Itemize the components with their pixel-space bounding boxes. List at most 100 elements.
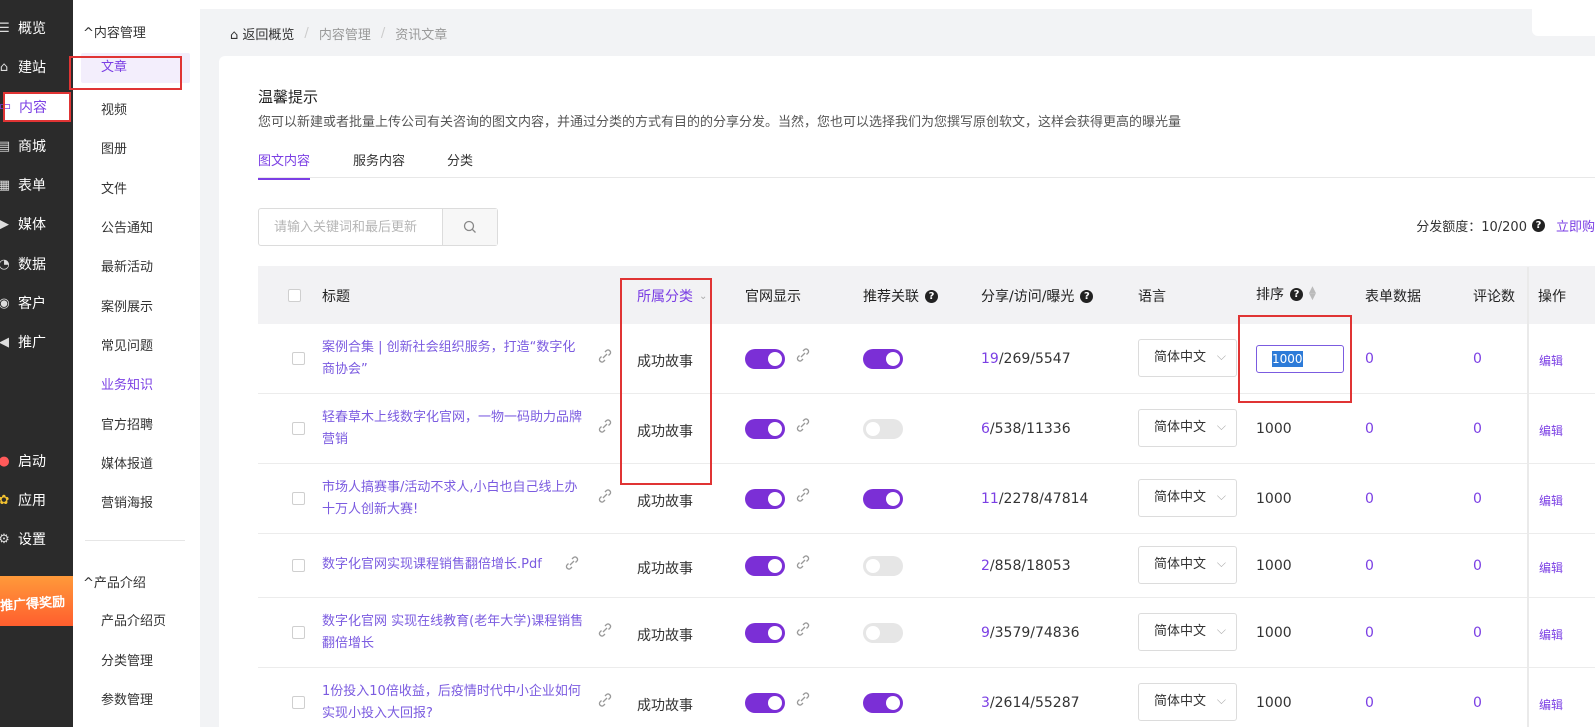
nav-item-media[interactable]: ▶ 媒体 <box>0 210 73 238</box>
row-checkbox[interactable] <box>292 422 305 435</box>
link-icon[interactable] <box>596 621 614 639</box>
related-toggle[interactable] <box>863 349 903 369</box>
comment-count[interactable]: 0 <box>1473 351 1482 367</box>
select-all-checkbox[interactable] <box>288 289 301 302</box>
link-icon[interactable] <box>596 417 614 435</box>
comment-count[interactable]: 0 <box>1473 558 1482 574</box>
official-display-toggle[interactable] <box>745 556 785 576</box>
article-title-link[interactable]: 数字化官网实现课程销售翻倍增长.Pdf <box>322 554 562 576</box>
subnav-item-product-page[interactable]: 产品介绍页 <box>101 610 166 629</box>
form-data-count[interactable]: 0 <box>1365 491 1374 507</box>
subnav-item-file[interactable]: 文件 <box>101 178 127 197</box>
subnav-item-params[interactable]: 参数管理 <box>101 689 153 708</box>
sort-icon[interactable]: ▲ ▼ <box>1309 286 1316 302</box>
breadcrumb-content-management[interactable]: 内容管理 <box>319 24 371 43</box>
buy-now-link[interactable]: 立即购 <box>1556 216 1595 235</box>
search-input[interactable] <box>259 209 442 245</box>
nav-item-settings[interactable]: ⚙ 设置 <box>0 525 73 553</box>
nav-item-site[interactable]: ⌂ 建站 <box>0 53 73 81</box>
share-count[interactable]: 6 <box>981 421 990 437</box>
sort-value[interactable]: 1000 <box>1256 695 1292 711</box>
promo-banner[interactable]: 推广得奖励 <box>0 576 73 626</box>
related-toggle[interactable] <box>863 419 903 439</box>
related-toggle[interactable] <box>863 623 903 643</box>
link-icon[interactable] <box>596 691 614 709</box>
article-title-link[interactable]: 案例合集 | 创新社会组织服务，打造“数字化商协会” <box>322 337 587 381</box>
sort-value[interactable]: 1000 <box>1256 421 1292 437</box>
help-icon[interactable]: ? <box>1080 289 1094 303</box>
comment-count[interactable]: 0 <box>1473 625 1482 641</box>
row-checkbox[interactable] <box>292 696 305 709</box>
comment-count[interactable]: 0 <box>1473 421 1482 437</box>
language-select[interactable]: 简体中文 <box>1138 682 1237 721</box>
article-title-link[interactable]: 市场人搞赛事/活动不求人,小白也自己线上办十万人创新大赛! <box>322 477 587 521</box>
link-icon[interactable] <box>794 486 812 504</box>
row-checkbox[interactable] <box>292 559 305 572</box>
edit-button[interactable]: 编辑 <box>1539 352 1563 369</box>
link-icon[interactable] <box>794 553 812 571</box>
language-select[interactable]: 简体中文 <box>1138 408 1237 447</box>
subnav-item-poster[interactable]: 营销海报 <box>101 492 153 511</box>
nav-item-data[interactable]: ◔ 数据 <box>0 250 73 278</box>
related-toggle[interactable] <box>863 693 903 713</box>
link-icon[interactable] <box>794 620 812 638</box>
edit-button[interactable]: 编辑 <box>1539 696 1563 713</box>
edit-button[interactable]: 编辑 <box>1539 422 1563 439</box>
nav-item-overview[interactable]: ☰ 概览 <box>0 14 73 42</box>
sort-value[interactable]: 1000 <box>1256 558 1292 574</box>
subnav-group-product[interactable]: ^产品介绍 <box>83 572 146 591</box>
link-icon[interactable] <box>794 346 812 364</box>
nav-item-form[interactable]: ▦ 表单 <box>0 171 73 199</box>
row-checkbox[interactable] <box>292 626 305 639</box>
link-icon[interactable] <box>596 347 614 365</box>
link-icon[interactable] <box>794 690 812 708</box>
edit-button[interactable]: 编辑 <box>1539 492 1563 509</box>
nav-item-apps[interactable]: ✿ 应用 <box>0 486 73 514</box>
form-data-count[interactable]: 0 <box>1365 625 1374 641</box>
related-toggle[interactable] <box>863 489 903 509</box>
row-checkbox[interactable] <box>292 352 305 365</box>
nav-item-launch[interactable]: ● 启动 <box>0 447 73 475</box>
sort-value[interactable]: 1000 <box>1256 491 1292 507</box>
link-icon[interactable] <box>563 554 581 572</box>
subnav-item-cases[interactable]: 案例展示 <box>101 296 153 315</box>
article-title-link[interactable]: 数字化官网 实现在线教育(老年大学)课程销售翻倍增长 <box>322 611 587 655</box>
tab-category[interactable]: 分类 <box>447 150 473 169</box>
official-display-toggle[interactable] <box>745 419 785 439</box>
form-data-count[interactable]: 0 <box>1365 695 1374 711</box>
article-title-link[interactable]: 1份投入10倍收益，后疫情时代中小企业如何实现小投入大回报? <box>322 681 587 725</box>
help-icon[interactable]: ? <box>1290 287 1303 301</box>
related-toggle[interactable] <box>863 556 903 576</box>
tab-service[interactable]: 服务内容 <box>353 150 405 169</box>
subnav-item-activity[interactable]: 最新活动 <box>101 256 153 275</box>
subnav-item-category[interactable]: 分类管理 <box>101 650 153 669</box>
link-icon[interactable] <box>596 487 614 505</box>
official-display-toggle[interactable] <box>745 693 785 713</box>
official-display-toggle[interactable] <box>745 349 785 369</box>
form-data-count[interactable]: 0 <box>1365 421 1374 437</box>
link-icon[interactable] <box>794 416 812 434</box>
subnav-item-press[interactable]: 媒体报道 <box>101 453 153 472</box>
share-count[interactable]: 11 <box>981 491 999 507</box>
sort-value[interactable]: 1000 <box>1256 625 1292 641</box>
share-count[interactable]: 19 <box>981 351 999 367</box>
subnav-item-knowledge[interactable]: 业务知识 <box>101 374 153 393</box>
subnav-item-recruit[interactable]: 官方招聘 <box>101 414 153 433</box>
help-icon[interactable]: ? <box>925 289 938 303</box>
language-select[interactable]: 简体中文 <box>1138 545 1237 584</box>
nav-item-shop[interactable]: ▤ 商城 <box>0 132 73 160</box>
official-display-toggle[interactable] <box>745 489 785 509</box>
subnav-item-notice[interactable]: 公告通知 <box>101 217 153 236</box>
comment-count[interactable]: 0 <box>1473 695 1482 711</box>
edit-button[interactable]: 编辑 <box>1539 626 1563 643</box>
header-sort[interactable]: 排序? ▲ ▼ <box>1256 284 1316 304</box>
share-count[interactable]: 2 <box>981 558 990 574</box>
subnav-item-album[interactable]: 图册 <box>101 138 127 157</box>
nav-item-customer[interactable]: ◉ 客户 <box>0 289 73 317</box>
subnav-group-content[interactable]: ^内容管理 <box>83 22 146 41</box>
subnav-item-video[interactable]: 视频 <box>101 99 127 118</box>
form-data-count[interactable]: 0 <box>1365 351 1374 367</box>
form-data-count[interactable]: 0 <box>1365 558 1374 574</box>
comment-count[interactable]: 0 <box>1473 491 1482 507</box>
article-title-link[interactable]: 轻春草木上线数字化官网，一物一码助力品牌营销 <box>322 407 587 451</box>
